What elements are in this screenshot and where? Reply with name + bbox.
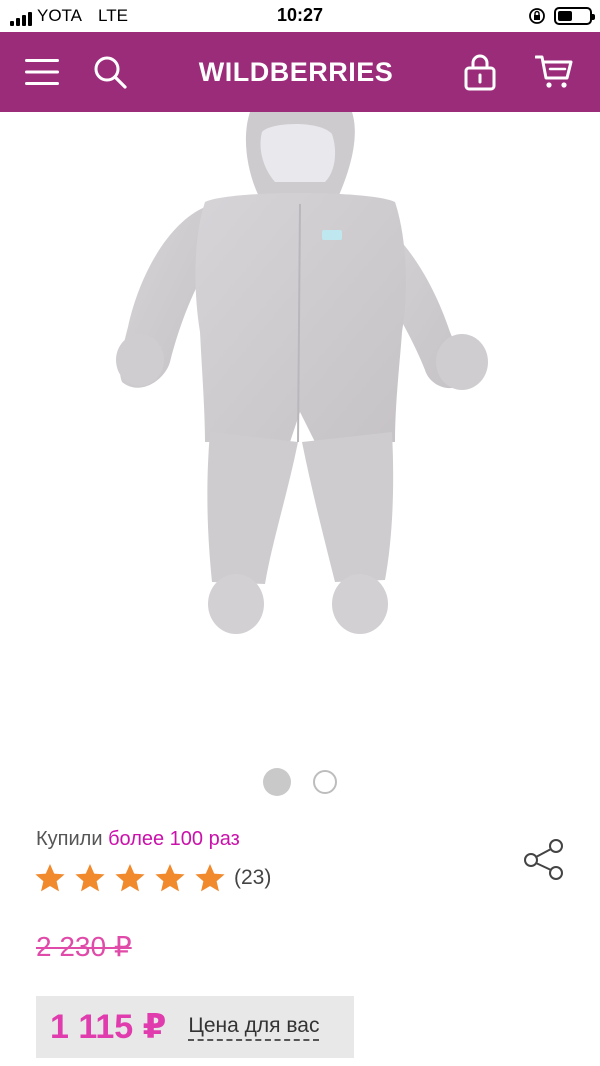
star-icon [155, 864, 185, 892]
purchase-count-value: более 100 раз [108, 828, 240, 850]
login-button[interactable] [452, 32, 508, 112]
old-price: 2 230 ₽ [36, 931, 132, 962]
pager-dot-2[interactable] [313, 770, 337, 794]
battery-icon [554, 7, 595, 25]
share-icon [524, 839, 563, 880]
rating-count: (23) [234, 866, 272, 889]
baby-overall-image [116, 112, 488, 634]
bag-lock-icon [464, 54, 496, 91]
gallery-pager [0, 768, 600, 796]
purchase-count-prefix: Купили [36, 828, 103, 850]
purchase-count: Купили более 100 раз [36, 828, 240, 851]
status-bar: YOTA LTE 10:27 [0, 0, 600, 32]
star-icon [35, 864, 65, 892]
cart-icon [535, 55, 573, 88]
status-right [528, 7, 595, 25]
rotation-lock-icon [529, 8, 545, 24]
star-icon [195, 864, 225, 892]
cart-button[interactable] [526, 32, 582, 112]
price-label[interactable]: Цена для вас [188, 1014, 320, 1041]
current-price: 1 115 ₽ [50, 1008, 167, 1046]
star-icon [115, 864, 145, 892]
pager-dot-1[interactable] [263, 768, 291, 796]
share-button[interactable] [520, 836, 568, 884]
clock: 10:27 [276, 5, 324, 25]
price-box: 1 115 ₽ Цена для вас [36, 996, 354, 1058]
star-icon [75, 864, 105, 892]
product-image[interactable] [0, 112, 600, 732]
app-header: WILDBERRIES [0, 32, 600, 112]
rating-stars [34, 862, 226, 894]
rating[interactable]: (23) [34, 862, 271, 894]
